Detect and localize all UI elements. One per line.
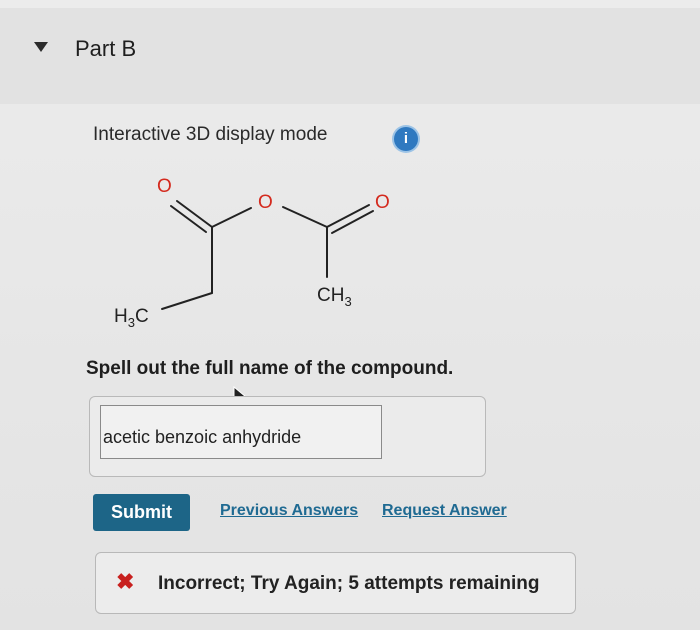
feedback-message: Incorrect; Try Again; 5 attempts remaini… bbox=[158, 573, 540, 594]
bond-ester-left bbox=[211, 207, 252, 228]
ether-oxygen: O bbox=[258, 192, 273, 213]
bond-ester-right bbox=[282, 206, 328, 228]
display-mode-label[interactable]: Interactive 3D display mode bbox=[93, 124, 327, 146]
x-icon: ✖ bbox=[116, 569, 135, 594]
methyl-right-ch: CH bbox=[317, 285, 344, 306]
methyl-label-right: CH3 bbox=[317, 285, 352, 309]
question-prompt: Spell out the full name of the compound. bbox=[86, 358, 454, 379]
methyl-right-subscript: 3 bbox=[344, 294, 351, 309]
carbonyl-oxygen-right: O bbox=[375, 192, 390, 213]
collapse-triangle-icon[interactable] bbox=[34, 42, 48, 52]
previous-answers-link[interactable]: Previous Answers bbox=[220, 502, 358, 520]
methyl-left-c: C bbox=[135, 306, 149, 327]
methyl-left-h: H bbox=[114, 306, 128, 327]
page: Part B Interactive 3D display mode i O O… bbox=[0, 0, 700, 630]
answer-input[interactable] bbox=[100, 405, 382, 459]
methyl-left-subscript: 3 bbox=[128, 315, 135, 330]
bond-methyl-left bbox=[161, 292, 213, 310]
carbonyl-oxygen-left: O bbox=[157, 176, 172, 197]
submit-button[interactable]: Submit bbox=[93, 494, 190, 531]
molecule-structure: O O O H3C CH3 bbox=[114, 176, 390, 330]
info-icon[interactable]: i bbox=[394, 127, 418, 151]
methyl-label-left: H3C bbox=[114, 306, 149, 330]
request-answer-link[interactable]: Request Answer bbox=[382, 502, 507, 520]
part-title: Part B bbox=[75, 36, 137, 61]
